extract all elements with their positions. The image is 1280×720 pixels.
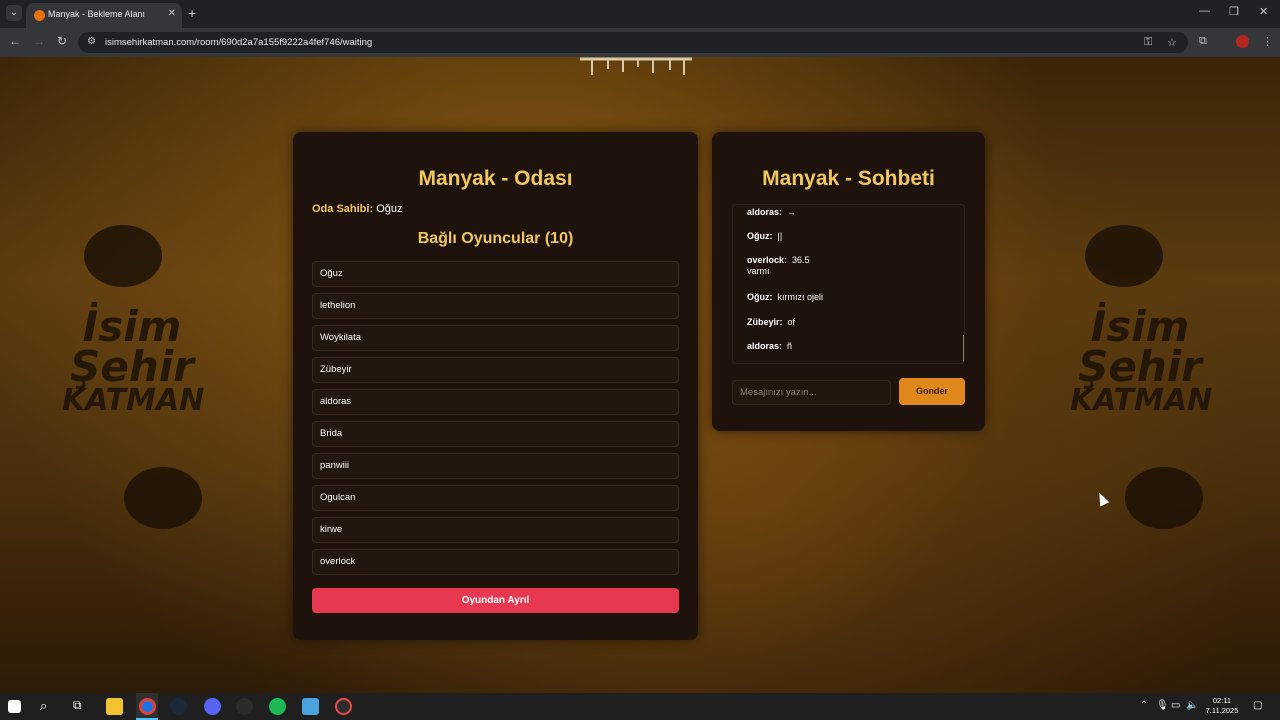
minimize-icon[interactable]: — <box>1199 5 1210 17</box>
chat-text: || <box>777 231 783 241</box>
reload-icon[interactable]: ↻ <box>57 34 67 48</box>
new-tab-plus-icon[interactable]: + <box>188 5 196 21</box>
chat-message: aldoras: → <box>747 207 857 218</box>
player-item: lethelion <box>312 293 679 319</box>
tab-list-chevron-icon[interactable]: ⌄ <box>6 5 22 21</box>
url-text[interactable]: isimsehirkatman.com/room/690d2a7a155f922… <box>105 37 372 48</box>
room-owner: Oda Sahibi: Oğuz <box>312 203 402 215</box>
chat-text: kırmızı ojeli <box>777 292 824 302</box>
background-logo: İsim Şehir KATMAN <box>1070 302 1213 418</box>
player-item: Brida <box>312 421 679 447</box>
player-item: Woykilata <box>312 325 679 351</box>
players-title: Bağlı Oyuncular (10) <box>417 230 574 247</box>
forward-arrow-icon[interactable]: → <box>33 34 45 48</box>
chat-message: overlock: 36.5 varmı <box>747 255 831 277</box>
restore-window-icon[interactable]: ❐ <box>1229 5 1239 18</box>
tray-overflow-chevron-icon[interactable]: ⌃ <box>1140 700 1148 711</box>
chat-username: aldoras: <box>747 207 783 217</box>
site-favicon-icon <box>34 10 45 21</box>
logo-line: İsim <box>1090 302 1190 351</box>
dripping-logo-decoration <box>580 57 692 75</box>
chat-text: → <box>787 207 797 217</box>
pumpkin-decoration-icon <box>84 225 162 287</box>
volume-icon[interactable]: 🔈 <box>1186 700 1198 711</box>
back-arrow-icon[interactable]: ← <box>9 34 21 48</box>
microphone-icon[interactable]: 🎙 <box>1156 700 1169 711</box>
browser-tab-bar: ⌄ Manyak - Bekleme Alanı ✕ + — ❐ ✕ <box>0 0 1280 28</box>
chat-message: Oğuz: kırmızı ojeli <box>747 292 877 303</box>
tab-close-icon[interactable]: ✕ <box>168 8 176 19</box>
discord-icon[interactable] <box>204 698 221 715</box>
steam-icon[interactable] <box>170 698 187 715</box>
clock-date: 7.11.2025 <box>1205 706 1239 715</box>
leave-game-button[interactable]: Oyundan Ayrıl <box>312 588 679 613</box>
logo-line: İsim <box>82 302 182 351</box>
player-item: Oğuz <box>312 261 679 287</box>
room-panel: Manyak - Odası Oda Sahibi: Oğuz Bağlı Oy… <box>293 132 698 640</box>
pumpkin-decoration-icon <box>1085 225 1163 287</box>
windows-start-icon[interactable] <box>8 700 21 713</box>
chat-text: of <box>787 317 796 327</box>
browser-tab[interactable]: Manyak - Bekleme Alanı ✕ <box>26 3 182 28</box>
chat-username: aldoras: <box>747 341 783 351</box>
app-g-icon[interactable] <box>236 698 253 715</box>
app-circle-icon[interactable] <box>335 698 352 715</box>
chat-username: Zübeyir: <box>747 317 783 327</box>
clock-time: 02:11 <box>1212 696 1232 705</box>
logo-line: KATMAN <box>1070 382 1213 418</box>
room-title: Manyak - Odası <box>418 167 573 190</box>
chat-message: Oğuz: || <box>747 231 857 242</box>
search-icon[interactable]: ⌕ <box>40 698 47 714</box>
password-key-icon[interactable]: ⚿ <box>1144 36 1152 49</box>
chat-messages[interactable]: aldoras: → Oğuz: || overlock: 36.5 varmı Oğ… <box>732 204 965 364</box>
logo-line: Şehir <box>1078 341 1202 391</box>
browser-toolbar: ← → ↻ ⚙ isimsehirkatman.com/room/690d2a7… <box>0 28 1280 57</box>
logo-line: KATMAN <box>62 382 205 418</box>
player-item: Ogulcan <box>312 485 679 511</box>
menu-kebab-icon[interactable]: ⋮ <box>1262 35 1273 48</box>
player-item: panwiii <box>312 453 679 479</box>
network-icon[interactable]: ▭ <box>1171 700 1180 711</box>
spotify-icon[interactable] <box>269 698 286 715</box>
player-item: aldoras <box>312 389 679 415</box>
logo-line: Şehir <box>70 341 194 391</box>
send-message-button[interactable]: Gonder <box>899 378 965 405</box>
mouse-cursor-icon <box>1094 490 1110 507</box>
chat-username: Oğuz: <box>747 292 773 302</box>
task-view-icon[interactable]: ⧉ <box>73 698 82 713</box>
player-item: kirwe <box>312 517 679 543</box>
chat-message: Zübeyir: of <box>747 317 857 328</box>
owner-name: Oğuz <box>376 203 403 215</box>
notifications-icon[interactable]: ▢ <box>1253 700 1262 711</box>
chat-message: aldoras: ñ <box>747 341 857 352</box>
owner-label: Oda Sahibi: <box>312 203 374 215</box>
pumpkin-decoration-icon <box>1125 467 1203 529</box>
player-list: Oğuz lethelion Woykilata Zübeyir aldoras… <box>312 261 679 581</box>
app-tool-icon[interactable] <box>302 698 319 715</box>
pumpkin-decoration-icon <box>124 467 202 529</box>
extensions-puzzle-icon[interactable]: ⧉ <box>1199 35 1207 48</box>
close-window-icon[interactable]: ✕ <box>1259 5 1268 18</box>
chat-scrollbar[interactable] <box>963 335 964 363</box>
chrome-icon[interactable] <box>139 698 156 715</box>
chat-title: Manyak - Sohbeti <box>762 167 935 190</box>
chat-panel: Manyak - Sohbeti aldoras: → Oğuz: || overl… <box>712 132 985 431</box>
file-explorer-icon[interactable] <box>106 698 123 715</box>
player-item: Zübeyir <box>312 357 679 383</box>
page-background: İsim Şehir KATMAN İsim Şehir KATMAN Many… <box>0 57 1280 693</box>
chat-username: Oğuz: <box>747 231 773 241</box>
os-taskbar: ⌕ ⧉ ⌃ 🎙 ▭ 🔈 02:11 7.11.2025 ▢ <box>0 693 1280 720</box>
bookmark-star-icon[interactable]: ☆ <box>1167 36 1177 49</box>
tab-title: Manyak - Bekleme Alanı <box>48 9 146 19</box>
player-item: overlock <box>312 549 679 575</box>
chat-message-input[interactable] <box>732 380 891 405</box>
system-clock[interactable]: 02:11 7.11.2025 <box>1200 696 1244 716</box>
chat-text: ñ <box>787 341 793 351</box>
profile-avatar-icon[interactable] <box>1236 35 1249 48</box>
background-logo: İsim Şehir KATMAN <box>62 302 205 418</box>
chat-username: overlock: <box>747 255 788 265</box>
site-info-icon[interactable]: ⚙ <box>87 36 96 47</box>
address-bar[interactable]: ⚙ isimsehirkatman.com/room/690d2a7a155f9… <box>78 32 1188 53</box>
